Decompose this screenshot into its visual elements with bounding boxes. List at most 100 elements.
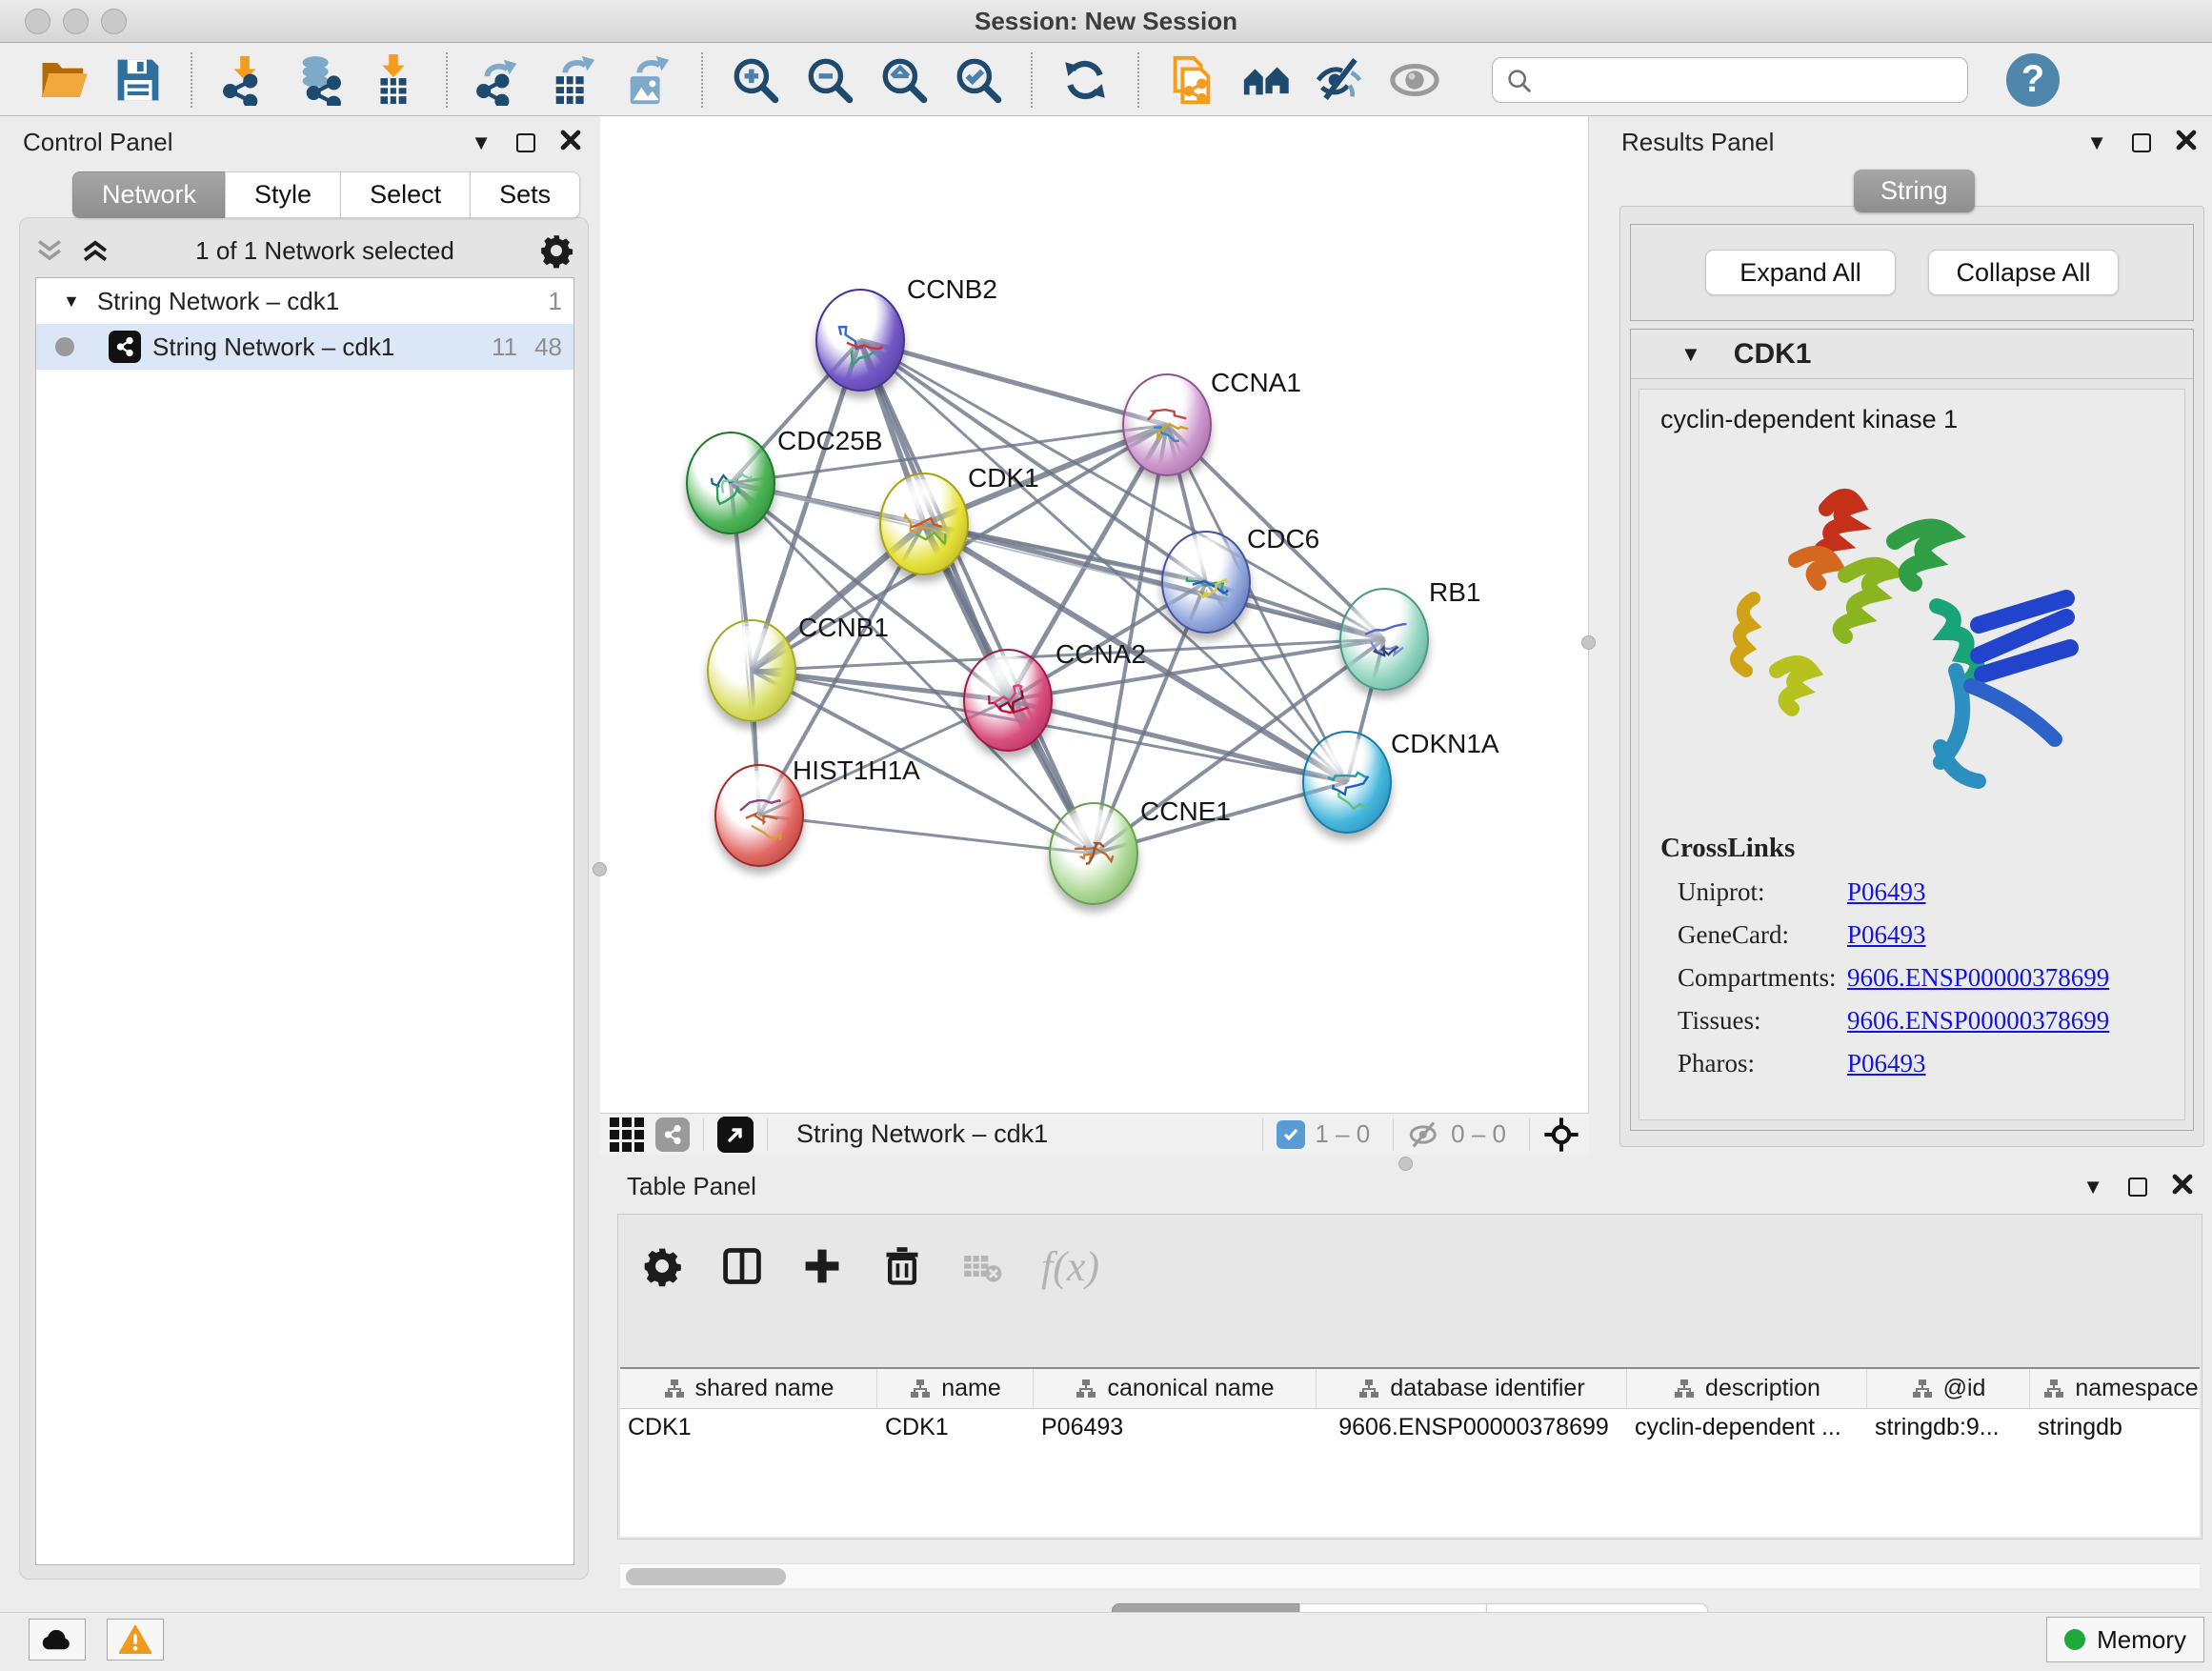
- apply-layout-button[interactable]: [1056, 50, 1115, 110]
- network-node-rb1[interactable]: [1339, 588, 1429, 691]
- column-header-shared-name[interactable]: shared name: [620, 1369, 877, 1408]
- eye-icon: [1389, 54, 1440, 106]
- crosslink-link[interactable]: P06493: [1847, 1049, 1926, 1078]
- protein-thumbnail-icon: [723, 784, 795, 854]
- table-panel-float-icon[interactable]: [2128, 1178, 2147, 1197]
- results-panel-collapse-icon[interactable]: ▼: [2086, 132, 2107, 153]
- column-type-icon: [1357, 1378, 1380, 1400]
- clone-network-button[interactable]: [1162, 50, 1221, 110]
- table-panel-collapse-icon[interactable]: ▼: [2082, 1177, 2103, 1198]
- table-hscrollbar[interactable]: [620, 1563, 2200, 1588]
- result-entry-header[interactable]: ▼ CDK1: [1631, 330, 2193, 379]
- tab-string[interactable]: String: [1854, 170, 1975, 212]
- collapse-all-icon[interactable]: [33, 236, 66, 265]
- network-share-icon[interactable]: [655, 1117, 690, 1152]
- warnings-button[interactable]: [107, 1619, 164, 1661]
- network-node-cdk1[interactable]: [879, 473, 969, 575]
- right-splitter-handle[interactable]: [1581, 635, 1596, 650]
- left-splitter-handle[interactable]: [593, 862, 607, 876]
- hidden-eye-slash-icon[interactable]: [1407, 1120, 1441, 1149]
- table-panel-close-icon[interactable]: [2172, 1174, 2193, 1199]
- search-icon: [1505, 67, 1534, 95]
- import-network-file-button[interactable]: [215, 50, 274, 110]
- results-panel-float-icon[interactable]: [2132, 133, 2151, 152]
- tab-network[interactable]: Network: [72, 171, 225, 218]
- protein-thumbnail-icon: [694, 452, 767, 521]
- network-node-cdc6[interactable]: [1161, 531, 1251, 634]
- table-hscroll-thumb[interactable]: [626, 1568, 786, 1585]
- zoom-out-button[interactable]: [800, 50, 859, 110]
- zoom-in-button[interactable]: [726, 50, 785, 110]
- zoom-selected-button[interactable]: [949, 50, 1008, 110]
- selected-checkbox-icon[interactable]: [1277, 1120, 1305, 1149]
- column-header-name[interactable]: name: [877, 1369, 1034, 1408]
- import-network-database-button[interactable]: [290, 50, 349, 110]
- tab-sets[interactable]: Sets: [470, 171, 580, 218]
- crosslink-link[interactable]: P06493: [1847, 920, 1926, 950]
- import-table-file-button[interactable]: [364, 50, 423, 110]
- column-header-canonical-name[interactable]: canonical name: [1034, 1369, 1317, 1408]
- control-panel-collapse-icon[interactable]: ▼: [471, 132, 492, 153]
- crosslinks-section: CrossLinks Uniprot:P06493GeneCard:P06493…: [1639, 833, 2184, 1078]
- control-panel-tabs: NetworkStyleSelectSets: [72, 171, 580, 218]
- network-node-cdkn1a[interactable]: [1302, 731, 1392, 834]
- show-all-button[interactable]: [1385, 50, 1444, 110]
- tab-select[interactable]: Select: [340, 171, 470, 218]
- network-node-ccnb1[interactable]: [707, 619, 796, 722]
- tree-expander-icon[interactable]: ▼: [63, 292, 80, 310]
- network-row[interactable]: String Network – cdk1 11 48: [36, 324, 573, 370]
- bottom-splitter-handle[interactable]: [1398, 1157, 1413, 1171]
- control-panel-float-icon[interactable]: [516, 133, 535, 152]
- export-network-button[interactable]: [471, 50, 530, 110]
- network-canvas[interactable]: CCNB2CCNA1CDC25BCDK1CDC6RB1CCNB1CCNA2CDK…: [600, 116, 1589, 1113]
- table-cell: CDK1: [877, 1409, 1034, 1447]
- grid-mode-icon[interactable]: [610, 1117, 644, 1152]
- crosslink-link[interactable]: 9606.ENSP00000378699: [1847, 1006, 2109, 1036]
- table-gear-icon[interactable]: [641, 1245, 683, 1287]
- column-header-database-identifier[interactable]: database identifier: [1317, 1369, 1627, 1408]
- crosslink-link[interactable]: 9606.ENSP00000378699: [1847, 963, 2109, 993]
- network-node-ccna2[interactable]: [963, 649, 1053, 752]
- birdseye-view-icon[interactable]: [717, 1117, 754, 1153]
- add-icon[interactable]: [801, 1245, 843, 1287]
- column-header--id[interactable]: @id: [1867, 1369, 2030, 1408]
- table-row[interactable]: CDK1CDK1P064939606.ENSP00000378699cyclin…: [620, 1409, 2200, 1447]
- open-session-button[interactable]: [34, 50, 93, 110]
- network-node-cdc25b[interactable]: [686, 432, 775, 534]
- control-panel-close-icon[interactable]: [560, 130, 581, 155]
- save-session-button[interactable]: [109, 50, 168, 110]
- show-columns-icon[interactable]: [721, 1245, 763, 1287]
- title-bar: Session: New Session: [0, 0, 2212, 43]
- network-collection-count: 1: [549, 287, 562, 316]
- protein-structure-image: [1712, 442, 2112, 823]
- memory-button[interactable]: Memory: [2046, 1617, 2204, 1662]
- cloud-status-button[interactable]: [29, 1619, 86, 1661]
- network-node-ccnb2[interactable]: [815, 289, 905, 392]
- network-collection-row[interactable]: ▼ String Network – cdk1 1: [36, 278, 573, 324]
- window-title: Session: New Session: [0, 7, 2212, 36]
- column-header-namespace[interactable]: namespace: [2030, 1369, 2200, 1408]
- table-cell: stringdb:9...: [1867, 1409, 2030, 1447]
- crosshair-icon[interactable]: [1543, 1117, 1579, 1153]
- tab-style[interactable]: Style: [225, 171, 340, 218]
- expand-all-icon[interactable]: [79, 236, 111, 265]
- column-header-description[interactable]: description: [1627, 1369, 1867, 1408]
- first-neighbors-button[interactable]: [1237, 50, 1296, 110]
- network-node-hist1h1a[interactable]: [714, 764, 804, 867]
- results-panel-close-icon[interactable]: [2176, 130, 2197, 155]
- expand-all-button[interactable]: Expand All: [1705, 250, 1896, 295]
- collapse-all-button[interactable]: Collapse All: [1928, 250, 2119, 295]
- zoom-fit-button[interactable]: [875, 50, 934, 110]
- export-image-button[interactable]: [619, 50, 678, 110]
- crosslink-link[interactable]: P06493: [1847, 877, 1926, 907]
- delete-icon[interactable]: [881, 1245, 923, 1287]
- hide-selected-button[interactable]: [1311, 50, 1370, 110]
- export-table-button[interactable]: [545, 50, 604, 110]
- network-node-ccne1[interactable]: [1049, 802, 1138, 905]
- help-button[interactable]: ?: [2006, 53, 2060, 107]
- table-cell: 9606.ENSP00000378699: [1317, 1409, 1627, 1447]
- search-input[interactable]: [1492, 57, 1968, 103]
- entry-expander-icon[interactable]: ▼: [1680, 344, 1701, 365]
- network-node-ccna1[interactable]: [1122, 373, 1212, 476]
- gear-icon[interactable]: [538, 232, 574, 269]
